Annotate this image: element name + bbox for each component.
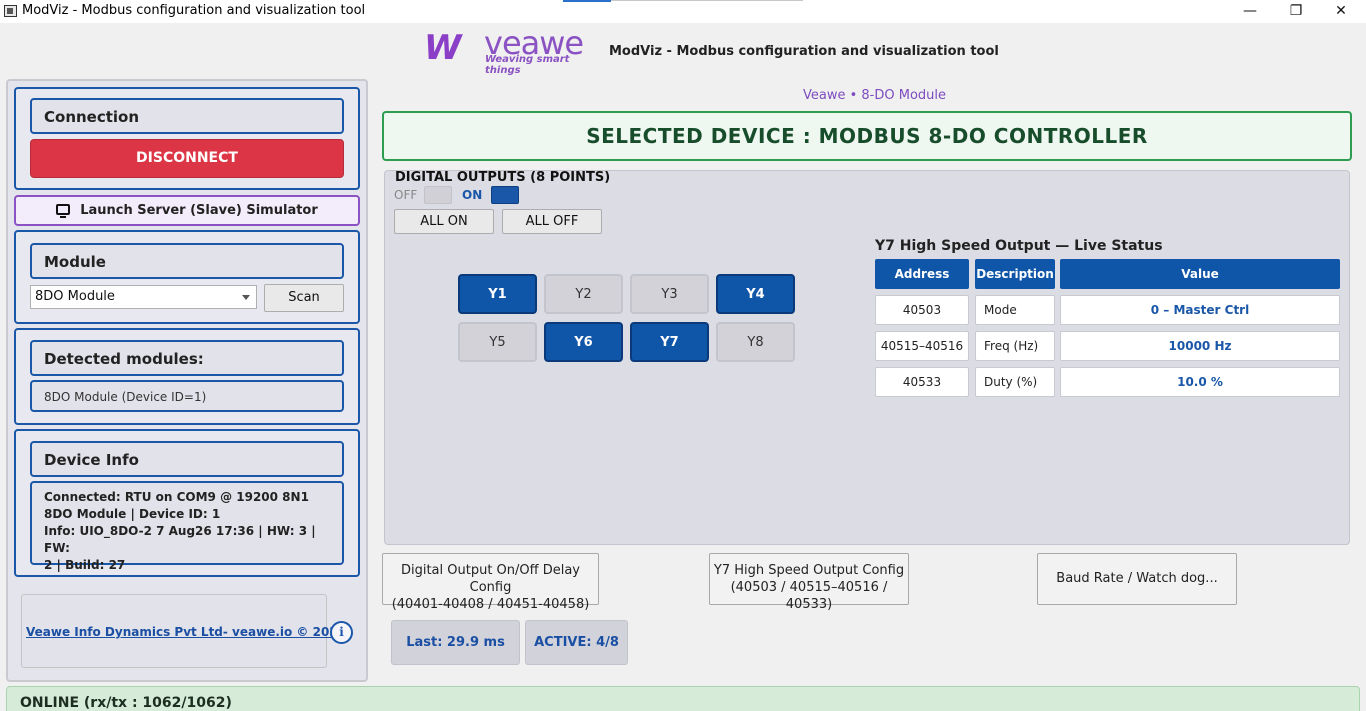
column-header-description: Description (975, 259, 1055, 289)
list-item[interactable]: 8DO Module (Device ID=1) (44, 390, 206, 404)
output-y2-button[interactable]: Y2 (544, 274, 623, 314)
detected-modules-list[interactable]: 8DO Module (Device ID=1) (30, 380, 344, 412)
restore-button[interactable]: ❐ (1273, 0, 1319, 23)
window-title: ModViz - Modbus configuration and visual… (22, 3, 366, 18)
device-subtitle: Veawe • 8-DO Module (803, 88, 947, 103)
output-y7-button[interactable]: Y7 (630, 322, 709, 362)
legend-on-label: ON (462, 188, 483, 202)
app-icon (4, 5, 17, 17)
high-speed-config-button[interactable]: Y7 High Speed Output Config (40503 / 405… (709, 553, 909, 612)
computer-icon (56, 204, 71, 218)
chevron-down-icon (242, 295, 250, 300)
table-cell-description: Mode (975, 295, 1055, 325)
table-cell-value: 0 – Master Ctrl (1060, 295, 1340, 325)
logo-tagline: Weaving smart things (485, 54, 570, 76)
output-y8-button[interactable]: Y8 (716, 322, 795, 362)
info-icon[interactable]: i (330, 621, 353, 644)
scan-button[interactable]: Scan (264, 284, 344, 312)
high-speed-config-line1: Y7 High Speed Output Config (713, 563, 905, 578)
table-cell-address: 40533 (875, 367, 969, 397)
output-y1-button[interactable]: Y1 (458, 274, 537, 314)
app-heading: ModViz - Modbus configuration and visual… (609, 44, 999, 59)
close-button[interactable]: ✕ (1318, 0, 1364, 23)
detected-modules-title: Detected modules: (30, 340, 344, 376)
delay-config-line1: Digital Output On/Off Delay Config (400, 563, 581, 595)
module-select[interactable]: 8DO Module (30, 285, 257, 309)
table-cell-address: 40515–40516 (875, 331, 969, 361)
status-text: ONLINE (rx/tx : 1062/1062) (20, 695, 232, 711)
selected-device-banner: SELECTED DEVICE : MODBUS 8-DO CONTROLLER (382, 111, 1352, 161)
minimize-button[interactable]: — (1227, 0, 1273, 23)
device-info-title: Device Info (30, 441, 344, 477)
connection-title: Connection (30, 98, 344, 134)
title-accent (563, 0, 611, 2)
disconnect-button[interactable]: DISCONNECT (30, 139, 344, 178)
high-speed-config-line2: (40503 / 40515–40516 / 40533) (730, 580, 888, 612)
last-latency-indicator: Last: 29.9 ms (391, 620, 520, 665)
table-cell-description: Duty (%) (975, 367, 1055, 397)
delay-config-line2: (40401-40408 / 40451-40458) (391, 597, 590, 612)
output-y3-button[interactable]: Y3 (630, 274, 709, 314)
status-bar: ONLINE (rx/tx : 1062/1062) (6, 686, 1360, 711)
device-info-text: Connected: RTU on COM9 @ 19200 8N1 8DO M… (30, 481, 344, 572)
legend-off-swatch (424, 186, 452, 204)
column-header-value: Value (1060, 259, 1340, 289)
high-speed-status-title: Y7 High Speed Output — Live Status (875, 238, 1163, 254)
output-y4-button[interactable]: Y4 (716, 274, 795, 314)
table-cell-value: 10.0 % (1060, 367, 1340, 397)
device-info-line: 2 | Build: 27 (44, 558, 126, 572)
device-info-line: Connected: RTU on COM9 @ 19200 8N1 (44, 490, 309, 504)
digital-outputs-title: DIGITAL OUTPUTS (8 POINTS) (395, 170, 611, 185)
all-on-button[interactable]: ALL ON (394, 209, 494, 234)
table-cell-address: 40503 (875, 295, 969, 325)
delay-config-button[interactable]: Digital Output On/Off Delay Config (4040… (382, 553, 599, 612)
table-cell-value: 10000 Hz (1060, 331, 1340, 361)
table-cell-description: Freq (Hz) (975, 331, 1055, 361)
output-y5-button[interactable]: Y5 (458, 322, 537, 362)
company-link[interactable]: Veawe Info Dynamics Pvt Ltd- veawe.io © … (26, 625, 346, 639)
all-off-button[interactable]: ALL OFF (502, 209, 602, 234)
module-title: Module (30, 243, 344, 279)
launch-simulator-label: Launch Server (Slave) Simulator (80, 203, 318, 218)
device-info-line: 8DO Module | Device ID: 1 (44, 507, 221, 521)
title-accent-track (611, 0, 803, 1)
title-bar: ModViz - Modbus configuration and visual… (0, 0, 1366, 23)
launch-simulator-button[interactable]: Launch Server (Slave) Simulator (14, 195, 360, 226)
active-outputs-indicator: ACTIVE: 4/8 (525, 620, 628, 665)
legend-on-swatch (491, 186, 519, 204)
logo-mark: W (424, 28, 461, 68)
column-header-address: Address (875, 259, 969, 289)
veawe-logo: W veawe Weaving smart things (424, 24, 600, 76)
legend-off-label: OFF (394, 188, 418, 202)
device-info-line: Info: UIO_8DO-2 7 Aug26 17:36 | HW: 3 | … (44, 524, 316, 555)
output-y6-button[interactable]: Y6 (544, 322, 623, 362)
module-select-value: 8DO Module (35, 289, 115, 304)
baud-rate-watchdog-button[interactable]: Baud Rate / Watch dog... (1037, 553, 1237, 605)
